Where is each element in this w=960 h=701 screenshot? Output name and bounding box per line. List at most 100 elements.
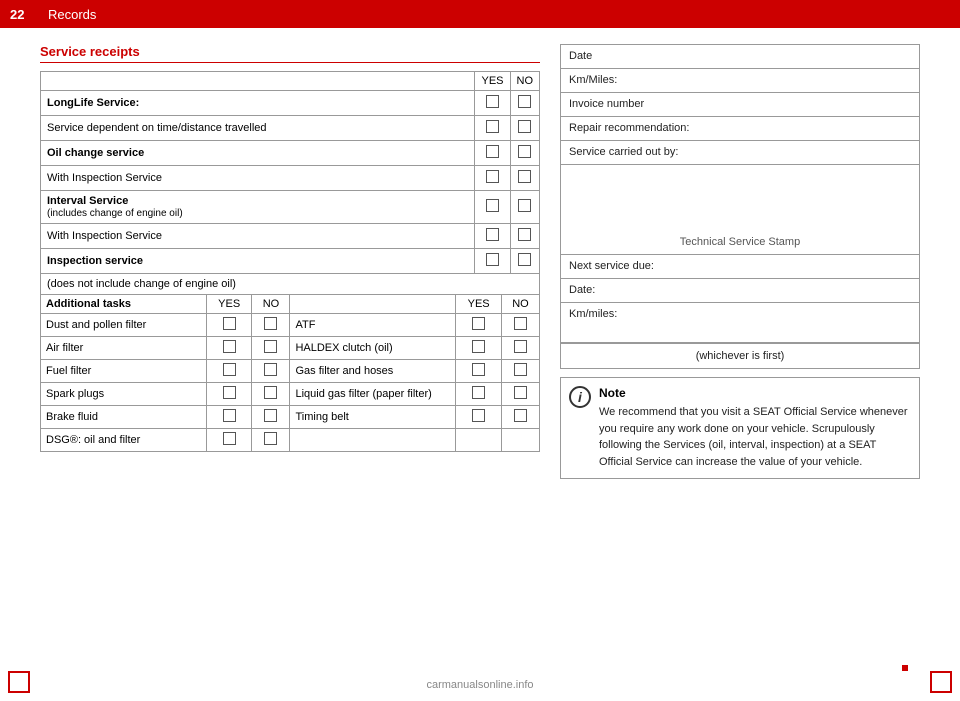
oil-change-label: Oil change service [41,141,475,166]
inspection-no-check[interactable] [510,249,540,274]
table-row: With Inspection Service [41,166,540,191]
oil-yes-check[interactable] [475,141,510,166]
add-no-label: NO [252,295,290,314]
haldex-no[interactable] [501,337,539,360]
corner-decoration-bl [8,671,30,693]
checkbox-fuel-yes[interactable] [223,363,236,376]
haldex-label: HALDEX clutch (oil) [290,337,456,360]
liquid-gas-yes[interactable] [456,383,502,406]
checkbox-with-insp1-yes[interactable] [486,170,499,183]
interval-yes-check[interactable] [475,191,510,224]
checkbox-with-insp2-no[interactable] [518,228,531,241]
dust-no[interactable] [252,314,290,337]
checkbox-spark-yes[interactable] [223,386,236,399]
dust-yes[interactable] [206,314,252,337]
air-yes[interactable] [206,337,252,360]
checkbox-brake-no[interactable] [264,409,277,422]
checkbox-service-dep-no[interactable] [518,120,531,133]
checkbox-interval-yes[interactable] [486,199,499,212]
spark-yes[interactable] [206,383,252,406]
with-inspection-1-label: With Inspection Service [41,166,475,191]
checkbox-air-no[interactable] [264,340,277,353]
checkbox-longlife-yes[interactable] [486,95,499,108]
spark-no[interactable] [252,383,290,406]
checkbox-haldex-yes[interactable] [472,340,485,353]
checkbox-liquid-gas-no[interactable] [514,386,527,399]
checkbox-oil-yes[interactable] [486,145,499,158]
haldex-yes[interactable] [456,337,502,360]
dsg-label: DSG®: oil and filter [41,429,207,452]
with-insp2-no-check[interactable] [510,224,540,249]
checkbox-liquid-gas-yes[interactable] [472,386,485,399]
empty-header [41,72,475,91]
fuel-no[interactable] [252,360,290,383]
timing-belt-label: Timing belt [290,406,456,429]
liquid-gas-no[interactable] [501,383,539,406]
note-content: Note We recommend that you visit a SEAT … [599,386,911,470]
with-insp2-yes-check[interactable] [475,224,510,249]
additional-tasks-table: Additional tasks YES NO YES NO Dust and … [40,294,540,452]
oil-no-check[interactable] [510,141,540,166]
checkbox-haldex-no[interactable] [514,340,527,353]
table-row: Interval Service (includes change of eng… [41,191,540,224]
table-row: Spark plugs Liquid gas filter (paper fil… [41,383,540,406]
checkbox-with-insp1-no[interactable] [518,170,531,183]
inspection-yes-check[interactable] [475,249,510,274]
dust-pollen-label: Dust and pollen filter [41,314,207,337]
checkbox-timing-no[interactable] [514,409,527,422]
dsg-right-yes-empty [456,429,502,452]
km-miles-label: Km/Miles: [569,74,617,86]
checkbox-atf-yes[interactable] [472,317,485,330]
longlife-no-check[interactable] [510,91,540,116]
dsg-no[interactable] [252,429,290,452]
corner-decoration-br [930,671,952,693]
checkbox-dsg-no[interactable] [264,432,277,445]
air-no[interactable] [252,337,290,360]
gas-yes[interactable] [456,360,502,383]
dsg-yes[interactable] [206,429,252,452]
checkbox-gas-no[interactable] [514,363,527,376]
page-number: 22 [10,7,40,22]
timing-yes[interactable] [456,406,502,429]
checkbox-brake-yes[interactable] [223,409,236,422]
checkbox-interval-no[interactable] [518,199,531,212]
fuel-yes[interactable] [206,360,252,383]
longlife-yes-check[interactable] [475,91,510,116]
interval-no-check[interactable] [510,191,540,224]
checkbox-atf-no[interactable] [514,317,527,330]
table-row: (does not include change of engine oil) [41,274,540,295]
checkbox-timing-yes[interactable] [472,409,485,422]
red-square-bullet [902,665,908,671]
table-row: LongLife Service: [41,91,540,116]
gas-no[interactable] [501,360,539,383]
atf-yes[interactable] [456,314,502,337]
checkbox-with-insp2-yes[interactable] [486,228,499,241]
checkbox-fuel-no[interactable] [264,363,277,376]
atf-no[interactable] [501,314,539,337]
interval-service-text: Interval Service [47,195,128,207]
gas-filter-label: Gas filter and hoses [290,360,456,383]
table-row: Brake fluid Timing belt [41,406,540,429]
checkbox-dsg-yes[interactable] [223,432,236,445]
checkbox-gas-yes[interactable] [472,363,485,376]
service-dep-no-check[interactable] [510,116,540,141]
checkbox-dust-yes[interactable] [223,317,236,330]
checkbox-service-dep-yes[interactable] [486,120,499,133]
checkbox-longlife-no[interactable] [518,95,531,108]
brake-yes[interactable] [206,406,252,429]
service-receipts-table: YES NO LongLife Service: Service depende… [40,71,540,295]
with-insp1-yes-check[interactable] [475,166,510,191]
brake-no[interactable] [252,406,290,429]
watermark: carmanualsonline.info [426,679,533,691]
checkbox-air-yes[interactable] [223,340,236,353]
service-carried-row: Service carried out by: [561,141,919,165]
checkbox-inspection-no[interactable] [518,253,531,266]
checkbox-oil-no[interactable] [518,145,531,158]
service-dep-yes-check[interactable] [475,116,510,141]
with-insp1-no-check[interactable] [510,166,540,191]
section-title: Service receipts [40,44,540,63]
checkbox-dust-no[interactable] [264,317,277,330]
checkbox-inspection-yes[interactable] [486,253,499,266]
checkbox-spark-no[interactable] [264,386,277,399]
timing-no[interactable] [501,406,539,429]
